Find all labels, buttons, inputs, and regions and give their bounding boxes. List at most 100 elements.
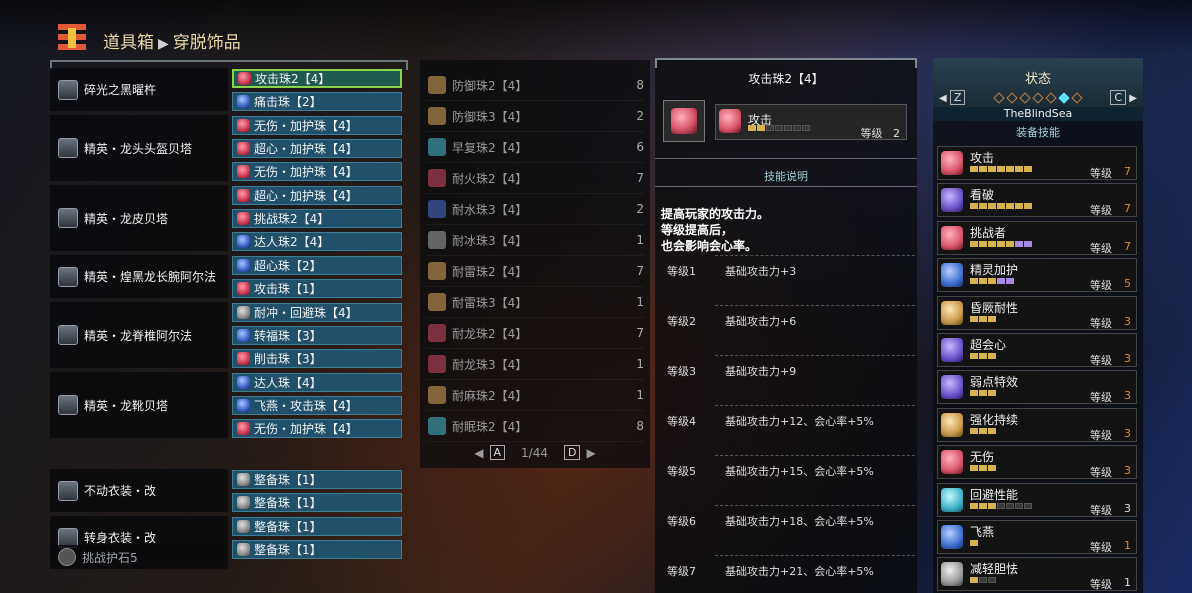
decoration-slot[interactable]: 攻击珠2【4】 xyxy=(232,69,402,88)
status-nav: ◀ Z C ▶ xyxy=(939,90,1137,105)
armor-icon xyxy=(58,395,78,415)
decoration-slot[interactable]: 整备珠【1】 xyxy=(232,493,402,512)
level-pip xyxy=(979,203,987,210)
pager-prev-key[interactable]: A xyxy=(489,445,506,460)
decoration-slot[interactable]: 挑战珠2【4】 xyxy=(232,209,402,228)
skill-name: 看破 xyxy=(970,188,995,203)
decoration-list-item[interactable]: 防御珠3【4】 2 xyxy=(426,101,644,132)
pager-next-key[interactable]: D xyxy=(564,445,581,460)
decoration-slot[interactable]: 整备珠【1】 xyxy=(232,540,402,559)
decoration-slot[interactable]: 无伤・加护珠【4】 xyxy=(232,116,402,135)
breadcrumb-item-box[interactable]: 道具箱 xyxy=(103,33,154,53)
status-prev[interactable]: ◀ Z xyxy=(939,90,966,105)
decoration-list-item[interactable]: 耐火珠2【4】 7 xyxy=(426,163,644,194)
decoration-list-item[interactable]: 耐水珠3【4】 2 xyxy=(426,194,644,225)
decoration-list-item[interactable]: 防御珠2【4】 8 xyxy=(426,70,644,101)
decoration-slot[interactable]: 痛击珠【2】 xyxy=(232,92,402,111)
skill-level-bar xyxy=(970,240,1032,247)
skill-name: 攻击 xyxy=(970,151,995,165)
decoration-slot[interactable]: 转福珠【3】 xyxy=(232,326,402,345)
level-pip xyxy=(1006,203,1014,210)
skill-level-value: 7 xyxy=(1124,202,1131,216)
skill-row[interactable]: 无伤 等级 3 xyxy=(937,445,1137,480)
decoration-gem-icon xyxy=(237,543,250,556)
level-pip xyxy=(979,166,987,172)
panel-frame xyxy=(655,58,917,68)
decoration-count: 7 xyxy=(636,264,644,278)
skill-row[interactable]: 看破 等级 7 xyxy=(937,183,1137,218)
decoration-list-item[interactable]: 耐龙珠3【4】 1 xyxy=(426,349,644,380)
player-name: TheBlindSea xyxy=(933,107,1143,121)
level-pip xyxy=(1006,502,1014,509)
skill-level-bar xyxy=(970,315,996,322)
armor-icon xyxy=(58,208,78,228)
decoration-gem-icon xyxy=(237,376,250,389)
equipment-name[interactable]: 精英・龙头头盔贝塔 xyxy=(50,115,228,181)
decoration-slot-label: 整备珠【1】 xyxy=(254,496,322,510)
decoration-gem-icon xyxy=(428,76,446,94)
equipment-name[interactable]: 碎光之黑曜杵 xyxy=(50,68,228,111)
decoration-slot[interactable]: 攻击珠【1】 xyxy=(232,279,402,298)
decoration-slot[interactable]: 达人珠【4】 xyxy=(232,373,402,392)
skill-row[interactable]: 弱点特效 等级 3 xyxy=(937,370,1137,405)
skill-row[interactable]: 超会心 等级 3 xyxy=(937,333,1137,367)
level-pip xyxy=(988,577,996,584)
level-label: 等级 xyxy=(1090,279,1112,293)
decoration-list-item[interactable]: 耐眠珠2【4】 8 xyxy=(426,411,644,442)
level-pip xyxy=(997,240,1005,247)
charm-row[interactable]: 挑战护石5 xyxy=(50,545,228,569)
decoration-list-item[interactable]: 耐雷珠2【4】 7 xyxy=(426,256,644,287)
level-pip xyxy=(997,502,1005,509)
decoration-slot[interactable]: 整备珠【1】 xyxy=(232,517,402,536)
decoration-slot[interactable]: 超心・加护珠【4】 xyxy=(232,139,402,158)
skill-row[interactable]: 攻击 等级 7 xyxy=(937,146,1137,180)
level-pip xyxy=(748,125,756,131)
skill-row[interactable]: 挑战者 等级 7 xyxy=(937,220,1137,255)
level-pip xyxy=(997,166,1005,172)
decoration-slot-label: 痛击珠【2】 xyxy=(254,95,322,109)
equipment-name[interactable]: 精英・龙脊椎阿尔法 xyxy=(50,302,228,368)
decoration-slot-label: 超心・加护珠【4】 xyxy=(254,142,358,156)
level-pip xyxy=(1015,166,1023,172)
decoration-list-item[interactable]: 早复珠2【4】 6 xyxy=(426,132,644,163)
skill-row[interactable]: 飞燕 等级 1 xyxy=(937,520,1137,554)
skill-row[interactable]: 昏厥耐性 等级 3 xyxy=(937,295,1137,330)
level-label: 等级 xyxy=(1090,578,1112,592)
pager-next-icon[interactable]: ▶ xyxy=(586,446,595,460)
equipment-name[interactable]: 精英・龙靴贝塔 xyxy=(50,372,228,438)
divider xyxy=(655,186,917,187)
divider xyxy=(715,455,915,457)
decoration-list-item[interactable]: 耐冰珠3【4】 1 xyxy=(426,225,644,256)
skill-row[interactable]: 精灵加护 等级 5 xyxy=(937,258,1137,293)
status-next[interactable]: C ▶ xyxy=(1110,90,1137,105)
skill-row[interactable]: 减轻胆怯 等级 1 xyxy=(937,557,1137,592)
decoration-count: 1 xyxy=(636,295,644,309)
equipment-name[interactable]: 不动衣装・改 xyxy=(50,469,228,512)
decoration-slot[interactable]: 耐冲・回避珠【4】 xyxy=(232,303,402,322)
decoration-slot[interactable]: 无伤・加护珠【4】 xyxy=(232,419,402,438)
decoration-slot[interactable]: 超心・加护珠【4】 xyxy=(232,186,402,205)
decoration-list-item[interactable]: 耐龙珠2【4】 7 xyxy=(426,318,644,349)
skill-icon xyxy=(941,562,963,587)
equipment-name[interactable]: 精英・龙皮贝塔 xyxy=(50,185,228,251)
decoration-slot[interactable]: 无伤・加护珠【4】 xyxy=(232,162,402,181)
decoration-slot[interactable]: 达人珠2【4】 xyxy=(232,232,402,251)
decoration-gem-icon xyxy=(428,417,446,435)
pager-prev-icon[interactable]: ◀ xyxy=(474,446,483,460)
divider xyxy=(715,355,915,357)
decoration-slot[interactable]: 整备珠【1】 xyxy=(232,470,402,489)
skill-row[interactable]: 回避性能 等级 3 xyxy=(937,482,1137,517)
level-pip xyxy=(1015,240,1023,247)
level-pip xyxy=(970,577,978,584)
decoration-list-item[interactable]: 耐雷珠3【4】 1 xyxy=(426,287,644,318)
skill-level-row: 等级5 基础攻击力+15、会心率+5% xyxy=(667,463,917,479)
decoration-slot[interactable]: 飞燕・攻击珠【4】 xyxy=(232,396,402,415)
decoration-slot[interactable]: 超心珠【2】 xyxy=(232,256,402,275)
level-pip xyxy=(757,125,765,131)
skill-row[interactable]: 强化持续 等级 3 xyxy=(937,407,1137,442)
decoration-slot[interactable]: 削击珠【3】 xyxy=(232,349,402,368)
equipment-name[interactable]: 精英・煌黑龙长腕阿尔法 xyxy=(50,255,228,298)
decoration-list-item[interactable]: 耐麻珠2【4】 1 xyxy=(426,380,644,411)
detail-skill-level-bar xyxy=(748,125,810,131)
decoration-gem-icon xyxy=(237,329,250,342)
